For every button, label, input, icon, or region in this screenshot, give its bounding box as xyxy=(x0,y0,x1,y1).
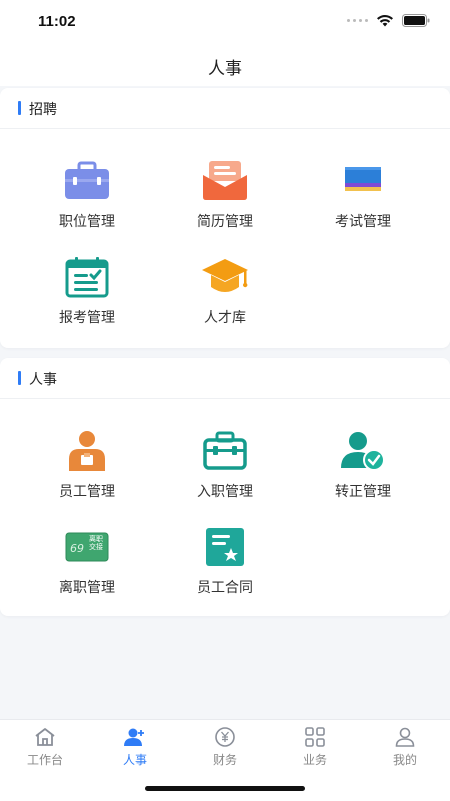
calendar-check-icon xyxy=(63,253,111,301)
section-header: 招聘 xyxy=(0,88,450,129)
home-icon xyxy=(33,726,57,748)
svg-text:69: 69 xyxy=(70,542,84,555)
contract-icon xyxy=(201,523,249,571)
regularization-management-tile[interactable]: 转正管理 xyxy=(288,421,438,513)
exam-card-icon xyxy=(339,157,387,205)
status-time: 11:02 xyxy=(38,13,76,30)
tile-label: 职位管理 xyxy=(59,214,115,230)
employee-contract-tile[interactable]: 员工合同 xyxy=(150,517,300,609)
tile-label: 考试管理 xyxy=(335,214,391,230)
talent-pool-tile[interactable]: 人才库 xyxy=(150,247,300,339)
profile-icon xyxy=(393,726,417,748)
yuan-coin-icon xyxy=(213,726,237,748)
job-management-tile[interactable]: 职位管理 xyxy=(12,151,162,243)
tab-label: 工作台 xyxy=(26,753,63,767)
section-title: 人事 xyxy=(29,372,57,388)
tile-label: 员工管理 xyxy=(59,484,115,500)
grid-icon xyxy=(303,726,327,748)
employee-icon xyxy=(63,427,111,475)
resume-management-tile[interactable]: 简历管理 xyxy=(150,151,300,243)
employee-management-tile[interactable]: 员工管理 xyxy=(12,421,162,513)
tile-label: 入职管理 xyxy=(197,484,253,500)
signal-icon xyxy=(347,19,368,22)
onboarding-management-tile[interactable]: 入职管理 xyxy=(150,421,300,513)
nav-header: 人事 xyxy=(0,44,450,86)
toolbox-icon xyxy=(201,427,249,475)
briefcase-icon xyxy=(63,157,111,205)
add-user-icon xyxy=(123,726,147,748)
status-bar: 11:02 xyxy=(0,0,450,44)
resignation-badge-text: 离职 交接 xyxy=(89,535,103,551)
tab-business[interactable]: 业务 xyxy=(270,726,360,772)
tab-mine[interactable]: 我的 xyxy=(360,726,450,772)
home-indicator xyxy=(145,786,305,791)
page-title: 人事 xyxy=(208,59,242,79)
tab-personnel[interactable]: 人事 xyxy=(90,726,180,772)
status-indicators xyxy=(347,14,430,27)
resignation-management-tile[interactable]: 69 离职 交接 离职管理 xyxy=(12,517,162,609)
tab-label: 业务 xyxy=(302,753,327,767)
tab-label: 财务 xyxy=(212,753,237,767)
tab-finance[interactable]: 财务 xyxy=(180,726,270,772)
exam-management-tile[interactable]: 考试管理 xyxy=(288,151,438,243)
resume-envelope-icon xyxy=(201,157,249,205)
tab-workbench[interactable]: 工作台 xyxy=(0,726,90,772)
tile-label: 转正管理 xyxy=(335,484,391,500)
tile-label: 简历管理 xyxy=(197,214,253,230)
tile-label: 员工合同 xyxy=(197,580,253,596)
application-management-tile[interactable]: 报考管理 xyxy=(12,247,162,339)
resignation-card-icon: 69 离职 交接 xyxy=(63,523,111,571)
tab-label: 我的 xyxy=(392,753,417,767)
section-title: 招聘 xyxy=(29,102,57,118)
recruitment-section: 招聘 职位管理 简历管理 考试管理 报考管理 人才库 xyxy=(0,88,450,348)
graduation-cap-icon xyxy=(201,253,249,301)
battery-icon xyxy=(402,14,430,27)
section-header: 人事 xyxy=(0,358,450,399)
tab-label: 人事 xyxy=(122,753,147,767)
wifi-icon xyxy=(377,14,393,27)
personnel-section: 人事 员工管理 入职管理 转正管理 69 离职 交接 离职管理 员工合同 xyxy=(0,358,450,616)
tile-label: 人才库 xyxy=(204,310,246,326)
tile-label: 报考管理 xyxy=(59,310,115,326)
tile-label: 离职管理 xyxy=(59,580,115,596)
section-accent-bar xyxy=(18,371,21,385)
user-check-icon xyxy=(339,427,387,475)
section-accent-bar xyxy=(18,101,21,115)
